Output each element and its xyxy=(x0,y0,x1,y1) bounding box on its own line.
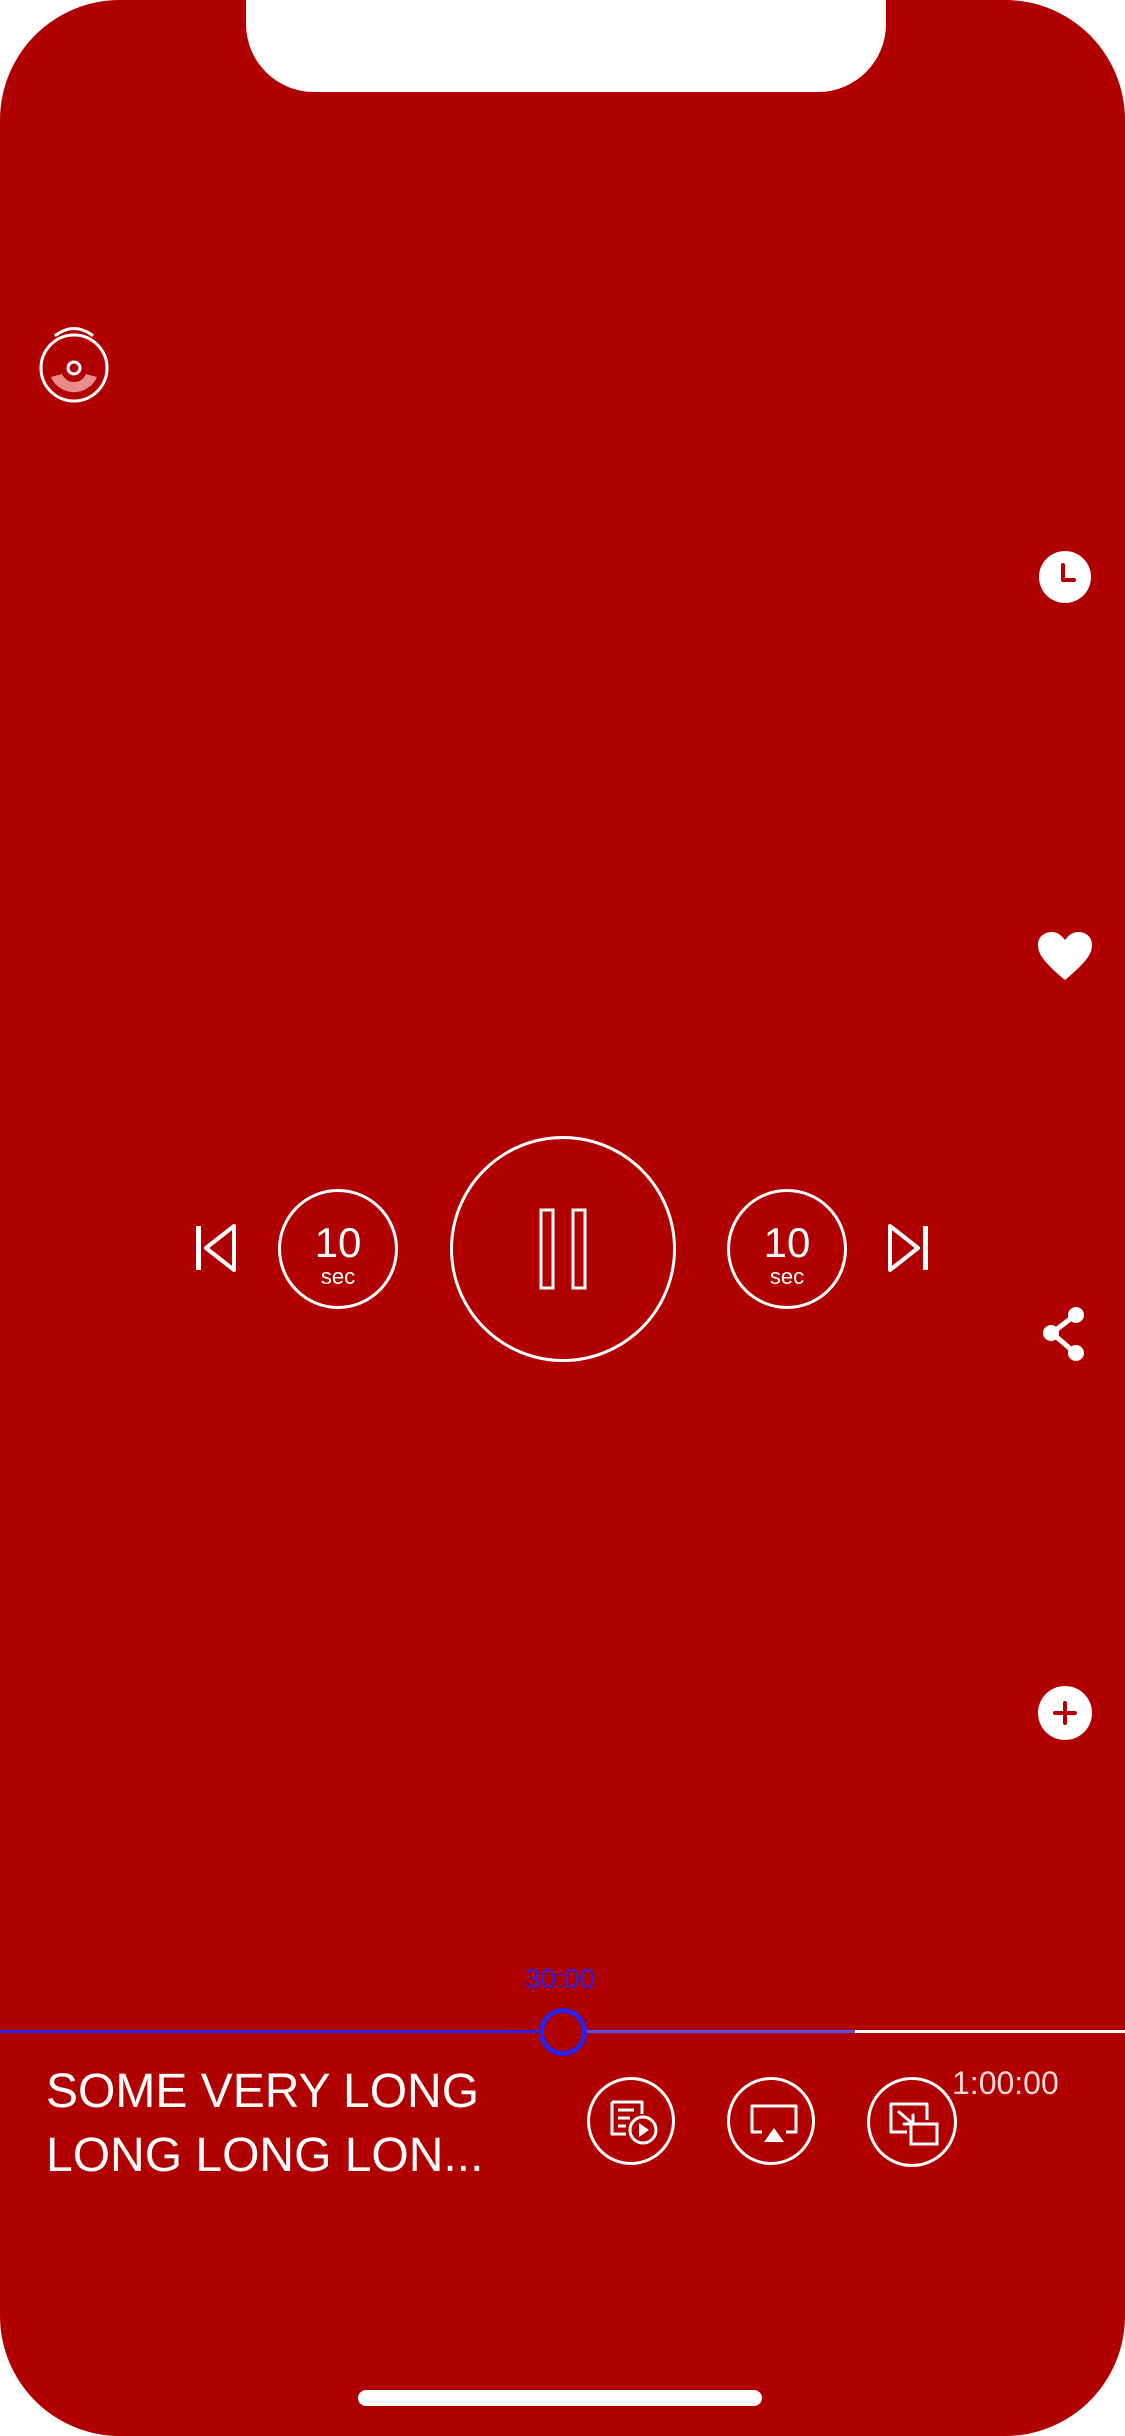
disc-cast-icon[interactable] xyxy=(38,322,110,404)
device-notch xyxy=(246,0,886,92)
skip-next-icon[interactable] xyxy=(882,1218,934,1278)
clock-icon[interactable] xyxy=(1039,551,1091,603)
plus-icon[interactable] xyxy=(1038,1686,1092,1740)
playlist-play-icon xyxy=(608,2100,660,2146)
player-screen: 10 sec 10 sec 30:00 SOME VERY LONG LONG … xyxy=(0,0,1125,2436)
rewind-unit: sec xyxy=(320,1264,356,1289)
forward-amount: 10 xyxy=(763,1219,811,1266)
track-title: SOME VERY LONG LONG LONG LON... xyxy=(46,2065,484,2182)
heart-icon[interactable] xyxy=(1036,930,1094,982)
pause-icon xyxy=(537,1208,589,1290)
rewind-10-button[interactable]: 10 sec xyxy=(278,1189,398,1309)
picture-in-picture-icon xyxy=(887,2100,941,2148)
playlist-button[interactable] xyxy=(587,2077,675,2165)
forward-10-button[interactable]: 10 sec xyxy=(727,1189,847,1309)
airplay-button[interactable] xyxy=(727,2077,815,2165)
pause-button[interactable] xyxy=(450,1136,676,1362)
skip-previous-icon[interactable] xyxy=(190,1218,242,1278)
share-icon[interactable] xyxy=(1040,1306,1090,1362)
rewind-amount: 10 xyxy=(314,1219,362,1266)
home-indicator xyxy=(358,2390,762,2406)
pip-button[interactable] xyxy=(867,2077,957,2167)
progress-played xyxy=(0,2030,563,2033)
screen: 10 sec 10 sec 30:00 SOME VERY LONG LONG … xyxy=(0,0,1125,2436)
current-time-label: 30:00 xyxy=(524,1963,596,1994)
progress-thumb[interactable] xyxy=(538,2008,587,2056)
forward-unit: sec xyxy=(769,1264,805,1289)
airplay-icon xyxy=(748,2102,800,2146)
total-time-label: 1:00:00 xyxy=(952,2065,1059,2101)
